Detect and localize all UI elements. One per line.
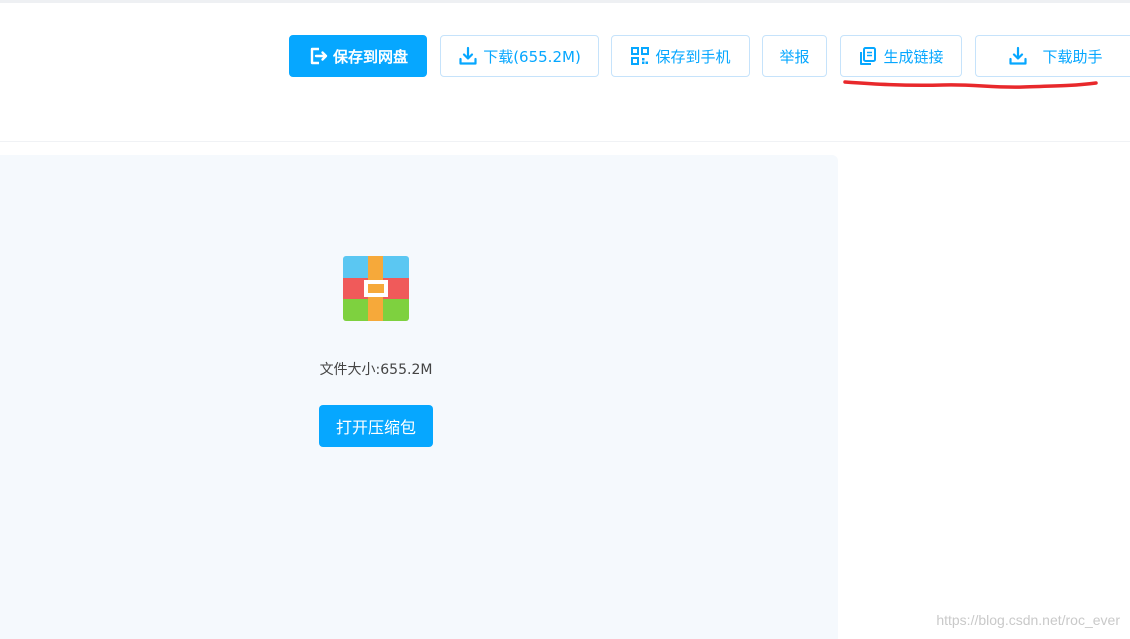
download-icon — [1008, 46, 1028, 66]
report-label: 举报 — [779, 47, 810, 66]
export-icon — [308, 46, 328, 66]
file-size-text: 文件大小:655.2M — [319, 362, 433, 378]
generate-link-label: 生成链接 — [883, 47, 944, 66]
download-helper-button[interactable]: 下载助手 — [975, 35, 1130, 77]
copy-icon — [858, 46, 878, 66]
download-helper-label: 下载助手 — [1042, 47, 1103, 66]
archive-icon — [343, 256, 409, 321]
save-to-netdisk-button[interactable]: 保存到网盘 — [289, 35, 427, 77]
file-preview-panel — [0, 155, 838, 639]
download-label: 下载(655.2M) — [483, 47, 581, 66]
save-to-phone-label: 保存到手机 — [655, 47, 731, 66]
report-button[interactable]: 举报 — [762, 35, 827, 77]
save-to-netdisk-label: 保存到网盘 — [332, 47, 408, 66]
open-archive-button[interactable]: 打开压缩包 — [319, 405, 433, 447]
open-archive-label: 打开压缩包 — [335, 418, 416, 437]
save-to-phone-button[interactable]: 保存到手机 — [611, 35, 750, 77]
download-button[interactable]: 下载(655.2M) — [440, 35, 599, 77]
toolbar: 保存到网盘 下载(655.2M) 保存到手机 举报 生成链接 下载助手 — [0, 0, 1130, 142]
watermark: https://blog.csdn.net/roc_ever — [936, 612, 1120, 628]
generate-link-button[interactable]: 生成链接 — [840, 35, 962, 77]
qrcode-icon — [630, 46, 650, 66]
download-icon — [458, 46, 478, 66]
